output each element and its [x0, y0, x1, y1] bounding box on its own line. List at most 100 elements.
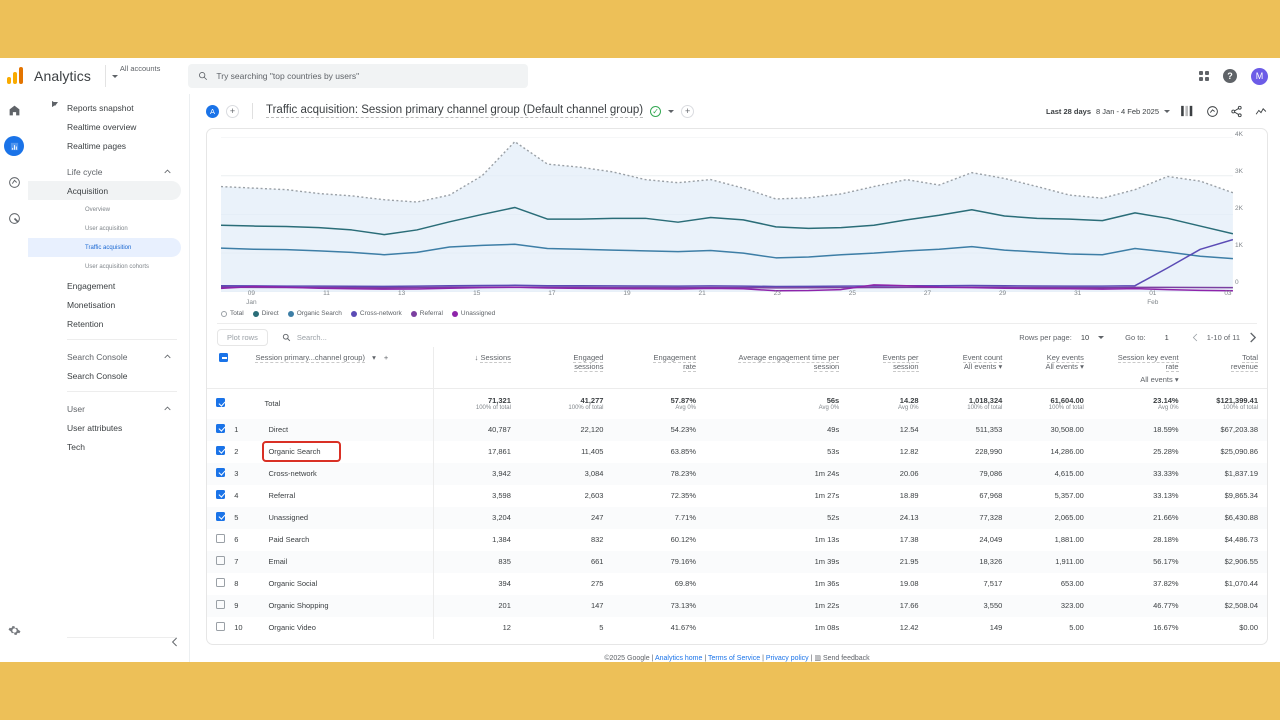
advertising-icon[interactable]: [4, 208, 24, 228]
row-checkbox-cell[interactable]: [207, 551, 231, 573]
row-label-cell[interactable]: Direct: [255, 418, 435, 441]
help-icon[interactable]: ?: [1223, 69, 1237, 83]
legend-item-referral[interactable]: Referral: [410, 310, 443, 317]
row-checkbox-cell[interactable]: [207, 617, 231, 639]
sidebar-item-user-acquisition[interactable]: User acquisition: [28, 219, 181, 238]
row-label[interactable]: Referral: [264, 489, 299, 502]
column-header-key-events[interactable]: Key events All events ▾: [1011, 347, 1093, 389]
table-row[interactable]: 7 Email 835 661 79.16% 1m 39s 21.95 18,326 1,911…: [207, 550, 1267, 573]
sidebar-group-search-console[interactable]: Search Console: [28, 347, 189, 366]
table-search-input[interactable]: Search...: [282, 333, 327, 342]
sidebar-item-retention[interactable]: Retention: [28, 314, 181, 333]
row-checkbox[interactable]: [216, 446, 225, 455]
date-range-picker[interactable]: Last 28 days 8 Jan - 4 Feb 2025: [1046, 107, 1170, 116]
sidebar-item-monetisation[interactable]: Monetisation: [28, 101, 181, 314]
sidebar-item-acquisition[interactable]: Acquisition: [28, 102, 181, 200]
sidebar-item-reports-snapshot[interactable]: Reports snapshot: [28, 98, 181, 117]
sidebar-item-tech[interactable]: Tech: [28, 101, 181, 456]
row-label-cell[interactable]: Organic Shopping: [255, 594, 435, 617]
column-header-total-revenue[interactable]: Total revenue: [1187, 347, 1267, 389]
footer-send-feedback[interactable]: Send feedback: [823, 655, 870, 662]
select-all-checkbox[interactable]: [219, 353, 229, 362]
row-label[interactable]: Organic Shopping: [264, 599, 332, 612]
explore-icon[interactable]: [4, 172, 24, 192]
row-label-cell[interactable]: Organic Video: [255, 616, 435, 639]
next-page-icon[interactable]: [1248, 332, 1257, 343]
row-label[interactable]: Organic Social: [264, 577, 321, 590]
row-checkbox[interactable]: [216, 398, 225, 408]
column-header-sessions[interactable]: ↓ Sessions: [433, 347, 520, 389]
table-row[interactable]: 2 Organic Search 17,861 11,405 63.85% 53s 12.8…: [207, 440, 1267, 463]
column-header-session-key-event-rate[interactable]: Session key event rate All events ▾: [1092, 347, 1188, 389]
table-row[interactable]: 8 Organic Social 394 275 69.8% 1m 36s 19.08 7,5…: [207, 572, 1267, 595]
prev-page-icon[interactable]: [1192, 333, 1199, 342]
legend-item-total[interactable]: Total: [221, 310, 244, 317]
sidebar-group-user[interactable]: User: [28, 399, 189, 418]
row-checkbox-cell[interactable]: [207, 595, 231, 617]
column-header-event-count[interactable]: Event count All events ▾: [927, 347, 1012, 389]
sidebar-item-realtime-overview[interactable]: Realtime overview: [28, 117, 181, 136]
home-icon[interactable]: [4, 100, 24, 120]
select-all-checkbox-cell[interactable]: [207, 347, 232, 389]
row-checkbox[interactable]: [216, 534, 225, 543]
trend-icon[interactable]: [1254, 105, 1268, 118]
column-header-engagement-rate[interactable]: Engagement rate: [612, 347, 705, 389]
chevron-down-icon[interactable]: ▾: [1080, 362, 1084, 371]
chevron-down-icon[interactable]: [668, 109, 675, 113]
row-label[interactable]: Paid Search: [264, 533, 313, 546]
sidebar-item-user-acquisition-cohorts[interactable]: User acquisition cohorts: [28, 257, 181, 276]
row-label-cell[interactable]: Organic Search: [255, 440, 435, 463]
chart-legend[interactable]: Total Direct Organic Search Cross-network Re…: [207, 309, 1267, 317]
row-checkbox-cell[interactable]: [207, 507, 231, 529]
table-row[interactable]: 4 Referral 3,598 2,603 72.35% 1m 27s 18.89 67,9…: [207, 484, 1267, 507]
legend-item-unassigned[interactable]: Unassigned: [451, 310, 495, 317]
row-checkbox[interactable]: [216, 512, 225, 521]
avatar[interactable]: M: [1251, 67, 1268, 85]
search-input[interactable]: Try searching "top countries by users": [188, 64, 529, 88]
legend-item-cross-network[interactable]: Cross-network: [350, 310, 402, 317]
account-selector[interactable]: All accounts: [104, 64, 160, 87]
row-label-cell[interactable]: Paid Search: [255, 528, 435, 551]
column-header-engaged-sessions[interactable]: Engaged sessions: [519, 347, 613, 389]
row-checkbox-cell[interactable]: [207, 441, 231, 463]
row-label-cell[interactable]: Organic Social: [255, 572, 435, 595]
saved-check-icon[interactable]: ✓: [650, 105, 662, 117]
add-comparison-button[interactable]: +: [226, 104, 239, 118]
rows-per-page-value[interactable]: 10: [1081, 333, 1089, 342]
chevron-down-icon[interactable]: ▾: [1175, 375, 1179, 384]
row-checkbox[interactable]: [216, 600, 225, 609]
row-label[interactable]: Direct: [264, 423, 292, 436]
sidebar-item-realtime-pages[interactable]: Realtime pages: [28, 136, 181, 155]
add-dimension-icon[interactable]: +: [384, 353, 388, 362]
sidebar-collapse-button[interactable]: [171, 637, 179, 650]
admin-gear-icon[interactable]: [4, 620, 24, 640]
traffic-chart[interactable]: 4K 3K 2K 1K 0: [221, 131, 1243, 292]
column-header-avg-engagement-time[interactable]: Average engagement time per session: [705, 347, 849, 389]
apps-grid-icon[interactable]: [1199, 71, 1209, 81]
table-row[interactable]: 1 Direct 40,787 22,120 54.23% 49s 12.54 511,353…: [207, 418, 1267, 441]
row-label[interactable]: Organic Video: [264, 621, 319, 634]
table-row[interactable]: 5 Unassigned 3,204 247 7.71% 52s 24.13 77,328 2,…: [207, 506, 1267, 529]
sidebar-item-search-console[interactable]: Search Console: [28, 101, 181, 385]
row-checkbox[interactable]: [216, 468, 225, 477]
row-label-cell[interactable]: Cross-network: [255, 462, 435, 485]
sidebar-group-life-cycle[interactable]: Life cycle: [28, 162, 189, 181]
row-checkbox[interactable]: [216, 556, 225, 565]
row-checkbox[interactable]: [216, 578, 225, 587]
legend-item-direct[interactable]: Direct: [252, 310, 279, 317]
dimension-dropdown-icon[interactable]: ▾: [372, 353, 376, 362]
footer-link-analytics-home[interactable]: Analytics home: [655, 655, 702, 662]
plot-rows-button[interactable]: Plot rows: [217, 329, 268, 346]
row-checkbox-cell[interactable]: [207, 419, 231, 441]
row-label[interactable]: Unassigned: [264, 511, 312, 524]
footer-link-terms[interactable]: Terms of Service: [708, 655, 760, 662]
table-row[interactable]: 6 Paid Search 1,384 832 60.12% 1m 13s 17.38 24,…: [207, 528, 1267, 551]
row-checkbox-cell[interactable]: [207, 573, 231, 595]
row-label[interactable]: Cross-network: [264, 467, 320, 480]
insights-icon[interactable]: [1206, 105, 1219, 118]
add-segment-button[interactable]: +: [681, 104, 695, 118]
row-checkbox[interactable]: [216, 622, 225, 631]
row-label[interactable]: Organic Search: [262, 441, 341, 462]
column-header-events-per-session[interactable]: Events per session: [848, 347, 928, 389]
footer-link-privacy[interactable]: Privacy policy: [766, 655, 809, 662]
